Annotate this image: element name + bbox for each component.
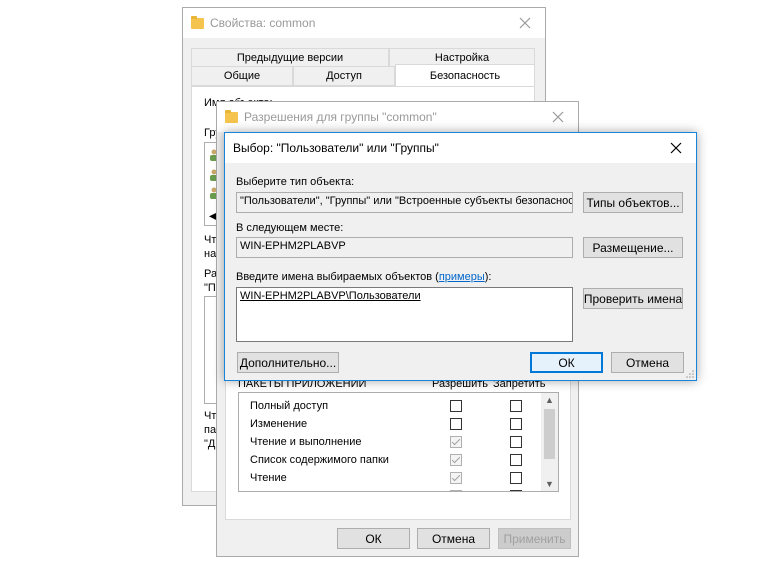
location-label: В следующем месте:	[236, 222, 344, 234]
deny-checkbox[interactable]	[510, 418, 522, 430]
allow-checkbox[interactable]	[450, 472, 462, 484]
cancel-button[interactable]: Отмена	[417, 528, 490, 549]
apply-button[interactable]: Применить	[498, 528, 571, 549]
location-field: WIN-EPHM2PLABVP	[236, 237, 573, 258]
locations-button[interactable]: Размещение...	[583, 237, 683, 258]
tab-general[interactable]: Общие	[191, 66, 293, 86]
examples-link[interactable]: примеры	[439, 271, 485, 283]
permission-row: Чтение	[239, 471, 539, 487]
allow-checkbox[interactable]	[450, 490, 462, 491]
advanced-button[interactable]: Дополнительно...	[237, 352, 339, 373]
scroll-up-icon[interactable]: ▲	[545, 395, 554, 405]
permissions-list: Полный доступ Изменение Чтение и выполне…	[238, 392, 559, 492]
names-label-suffix: ):	[484, 271, 492, 283]
fragment-text: Чт	[204, 410, 217, 422]
deny-checkbox[interactable]	[510, 436, 522, 448]
close-icon[interactable]	[505, 8, 545, 38]
names-value: WIN-EPHM2PLABVP\Пользователи	[240, 290, 421, 302]
allow-checkbox[interactable]	[450, 436, 462, 448]
permission-row: Изменение	[239, 417, 539, 433]
permissions-scrollbar[interactable]: ▲ ▼	[541, 393, 558, 491]
select-users-dialog: Выбор: "Пользователи" или "Группы" Выбер…	[224, 132, 697, 381]
object-type-label: Выберите тип объекта:	[236, 176, 355, 188]
allow-checkbox[interactable]	[450, 454, 462, 466]
select-dialog-title: Выбор: "Пользователи" или "Группы"	[233, 141, 439, 155]
ok-button[interactable]: ОК	[337, 528, 410, 549]
names-label-prefix: Введите имена выбираемых объектов (	[236, 271, 439, 283]
permission-row: Чтение и выполнение	[239, 435, 539, 451]
permission-name: Изменение	[250, 418, 308, 430]
permissions-title: Разрешения для группы "common"	[244, 110, 437, 124]
properties-title: Свойства: common	[210, 16, 316, 30]
permission-row: Список содержимого папки	[239, 453, 539, 469]
deny-checkbox[interactable]	[510, 400, 522, 412]
tab-security[interactable]: Безопасность	[395, 64, 535, 86]
object-types-button[interactable]: Типы объектов...	[583, 192, 683, 213]
deny-checkbox[interactable]	[510, 472, 522, 484]
allow-checkbox[interactable]	[450, 418, 462, 430]
folder-icon	[225, 109, 238, 123]
permission-name: Полный доступ	[250, 400, 329, 412]
permission-name: Список содержимого папки	[250, 454, 389, 466]
permission-row: Полный доступ	[239, 399, 539, 415]
resize-grip-icon[interactable]	[686, 370, 694, 378]
properties-titlebar: Свойства: common	[183, 8, 545, 38]
close-icon[interactable]	[538, 102, 578, 132]
object-type-field: "Пользователи", "Группы" или "Встроенные…	[236, 192, 573, 213]
folder-icon	[191, 15, 204, 29]
fragment-text: Чт	[204, 234, 217, 246]
check-names-button[interactable]: Проверить имена	[583, 288, 683, 309]
cancel-button[interactable]: Отмена	[611, 352, 684, 373]
names-input[interactable]: WIN-EPHM2PLABVP\Пользователи	[236, 287, 573, 342]
deny-checkbox[interactable]	[510, 490, 522, 491]
close-icon[interactable]	[656, 133, 696, 163]
scroll-down-icon[interactable]: ▼	[545, 479, 554, 489]
names-label: Введите имена выбираемых объектов (приме…	[236, 271, 491, 283]
permission-name: Чтение	[250, 472, 287, 484]
tab-sharing[interactable]: Доступ	[293, 66, 395, 86]
allow-checkbox[interactable]	[450, 400, 462, 412]
tab-previous-versions[interactable]: Предыдущие версии	[191, 48, 389, 68]
select-dialog-titlebar: Выбор: "Пользователи" или "Группы"	[225, 133, 696, 163]
deny-checkbox[interactable]	[510, 454, 522, 466]
scrollbar-thumb[interactable]	[544, 409, 555, 459]
permissions-titlebar: Разрешения для группы "common"	[217, 102, 578, 132]
ok-button[interactable]: ОК	[530, 352, 603, 373]
permission-name: Чтение и выполнение	[250, 436, 362, 448]
